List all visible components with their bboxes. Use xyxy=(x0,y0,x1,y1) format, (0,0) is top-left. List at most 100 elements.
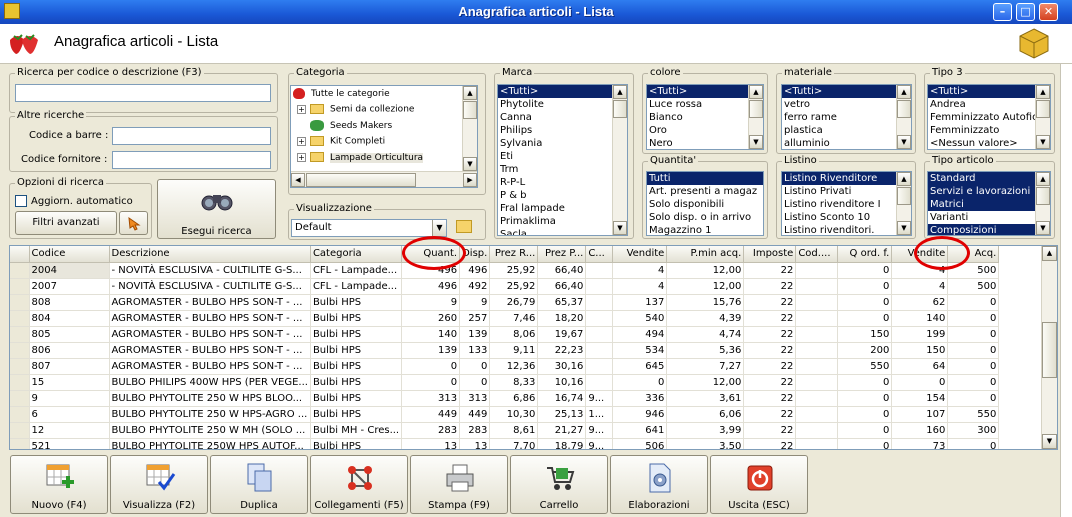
table-row[interactable]: 807 AGROMASTER - BULBO HPS SON-T - ... Bul… xyxy=(10,358,1000,375)
list-item[interactable]: Andrea xyxy=(928,98,1050,111)
row-indicator[interactable] xyxy=(10,422,30,439)
row-indicator[interactable] xyxy=(10,310,30,327)
table-cell[interactable]: 0 xyxy=(947,294,1000,311)
list-item[interactable]: alluminio xyxy=(782,137,911,149)
table-cell[interactable]: 9,11 xyxy=(489,342,539,359)
table-cell[interactable]: 0 xyxy=(947,438,1000,449)
scroll-down-icon[interactable]: ▼ xyxy=(1036,221,1050,235)
table-cell[interactable]: 22 xyxy=(743,262,797,279)
table-cell[interactable]: 26,79 xyxy=(489,294,539,311)
table-cell[interactable] xyxy=(585,294,614,311)
table-cell[interactable]: 4,39 xyxy=(666,310,745,327)
table-cell[interactable]: 139 xyxy=(401,342,461,359)
tree-item-semi[interactable]: + Semi da collezione xyxy=(297,104,414,119)
close-button[interactable]: ✕ xyxy=(1039,3,1058,21)
filter-arrow-button[interactable] xyxy=(119,211,148,235)
list-item[interactable]: Tutti xyxy=(647,172,763,185)
list-item[interactable]: Oro xyxy=(647,124,763,137)
table-cell[interactable]: 0 xyxy=(837,262,893,279)
table-cell[interactable]: 22 xyxy=(743,326,797,343)
expand-icon[interactable]: + xyxy=(297,136,306,146)
column-header[interactable]: C... xyxy=(585,246,614,263)
table-cell[interactable]: 140 xyxy=(401,326,461,343)
table-cell[interactable]: 0 xyxy=(837,374,893,391)
scroll-down-icon[interactable]: ▼ xyxy=(613,221,627,235)
table-cell[interactable]: 160 xyxy=(891,422,949,439)
row-indicator[interactable] xyxy=(10,390,30,407)
category-tree[interactable]: Tutte le categorie + Semi da collezione S… xyxy=(290,85,478,188)
color-vscroll[interactable]: ▲ ▼ xyxy=(748,85,763,149)
table-cell[interactable]: 6,86 xyxy=(489,390,539,407)
list-item[interactable]: R-P-L xyxy=(498,176,627,189)
table-cell[interactable]: 73 xyxy=(891,438,949,449)
table-cell[interactable]: 137 xyxy=(612,294,668,311)
table-cell[interactable]: Bulbi HPS xyxy=(310,390,403,407)
table-cell[interactable]: 0 xyxy=(837,390,893,407)
tree-item-lampade[interactable]: + Lampade Orticultura xyxy=(297,152,424,167)
table-cell[interactable]: 260 xyxy=(401,310,461,327)
category-hscroll[interactable]: ◀ ▶ xyxy=(291,171,477,187)
table-cell[interactable]: 0 xyxy=(891,374,949,391)
row-indicator[interactable] xyxy=(10,406,30,423)
table-cell[interactable]: 22 xyxy=(743,358,797,375)
list-item[interactable]: <Tutti> xyxy=(928,85,1050,98)
table-cell[interactable]: BULBO PHYTOLITE 250 W HPS BLOO... xyxy=(109,390,311,407)
scroll-thumb[interactable] xyxy=(613,100,627,118)
minimize-button[interactable]: – xyxy=(993,3,1012,21)
table-cell[interactable]: 9 xyxy=(459,294,491,311)
table-cell[interactable]: 30,16 xyxy=(537,358,587,375)
material-vscroll[interactable]: ▲ ▼ xyxy=(896,85,911,149)
table-cell[interactable]: AGROMASTER - BULBO HPS SON-T - ... xyxy=(109,342,311,359)
scroll-thumb[interactable] xyxy=(1042,322,1057,378)
table-cell[interactable]: 9 xyxy=(29,390,110,407)
table-cell[interactable]: 66,40 xyxy=(537,278,587,295)
scroll-down-icon[interactable]: ▼ xyxy=(749,135,763,149)
table-cell[interactable]: Bulbi HPS xyxy=(310,294,403,311)
list-item[interactable]: Solo disponibili xyxy=(647,198,763,211)
list-item[interactable]: <Tutti> xyxy=(647,85,763,98)
table-cell[interactable]: 0 xyxy=(947,342,1000,359)
row-indicator[interactable] xyxy=(10,326,30,343)
list-item[interactable]: Varianti xyxy=(928,211,1050,224)
table-cell[interactable]: 492 xyxy=(459,278,491,295)
table-cell[interactable]: 19,67 xyxy=(537,326,587,343)
type3-vscroll[interactable]: ▲ ▼ xyxy=(1035,85,1050,149)
scroll-thumb[interactable] xyxy=(463,101,477,119)
column-header[interactable]: Imposte xyxy=(743,246,797,263)
table-cell[interactable]: 257 xyxy=(459,310,491,327)
table-cell[interactable]: 9... xyxy=(585,390,614,407)
view-select[interactable]: Default ▼ xyxy=(291,219,447,237)
table-cell[interactable]: 21,27 xyxy=(537,422,587,439)
table-cell[interactable]: 3,99 xyxy=(666,422,745,439)
list-item[interactable]: <Nessun valore> xyxy=(928,137,1050,149)
list-item[interactable]: Composizioni xyxy=(928,224,1050,235)
table-cell[interactable]: 946 xyxy=(612,406,668,423)
list-item[interactable]: Art. presenti a magaz xyxy=(647,185,763,198)
row-indicator[interactable] xyxy=(10,342,30,359)
column-header[interactable]: Prez R... xyxy=(489,246,539,263)
new-button[interactable]: Nuovo (F4) xyxy=(10,455,108,514)
expand-icon[interactable]: + xyxy=(297,152,306,162)
execute-search-button[interactable]: Esegui ricerca xyxy=(157,179,276,239)
table-row[interactable]: 9 BULBO PHYTOLITE 250 W HPS BLOO... Bulbi … xyxy=(10,390,1000,407)
table-cell[interactable]: 8,61 xyxy=(489,422,539,439)
table-cell[interactable]: 449 xyxy=(459,406,491,423)
table-cell[interactable]: 449 xyxy=(401,406,461,423)
table-cell[interactable]: 64 xyxy=(891,358,949,375)
table-cell[interactable]: 8,06 xyxy=(489,326,539,343)
open-folder-button[interactable] xyxy=(455,217,474,236)
table-cell[interactable]: 12,00 xyxy=(666,278,745,295)
auto-update-checkbox[interactable] xyxy=(15,195,27,207)
column-header[interactable]: Descrizione xyxy=(109,246,311,263)
table-cell[interactable]: 150 xyxy=(891,342,949,359)
column-header[interactable]: Prez P... xyxy=(537,246,587,263)
table-cell[interactable]: 500 xyxy=(947,278,1000,295)
table-cell[interactable]: 645 xyxy=(612,358,668,375)
scroll-down-icon[interactable]: ▼ xyxy=(1042,434,1057,449)
list-item[interactable]: Canna xyxy=(498,111,627,124)
table-cell[interactable]: 10,16 xyxy=(537,374,587,391)
table-cell[interactable]: BULBO PHYTOLITE 250W HPS AUTOF... xyxy=(109,438,311,449)
list-item[interactable]: Solo disp. o in arrivo xyxy=(647,211,763,224)
table-cell[interactable] xyxy=(585,374,614,391)
table-cell[interactable] xyxy=(795,278,839,295)
